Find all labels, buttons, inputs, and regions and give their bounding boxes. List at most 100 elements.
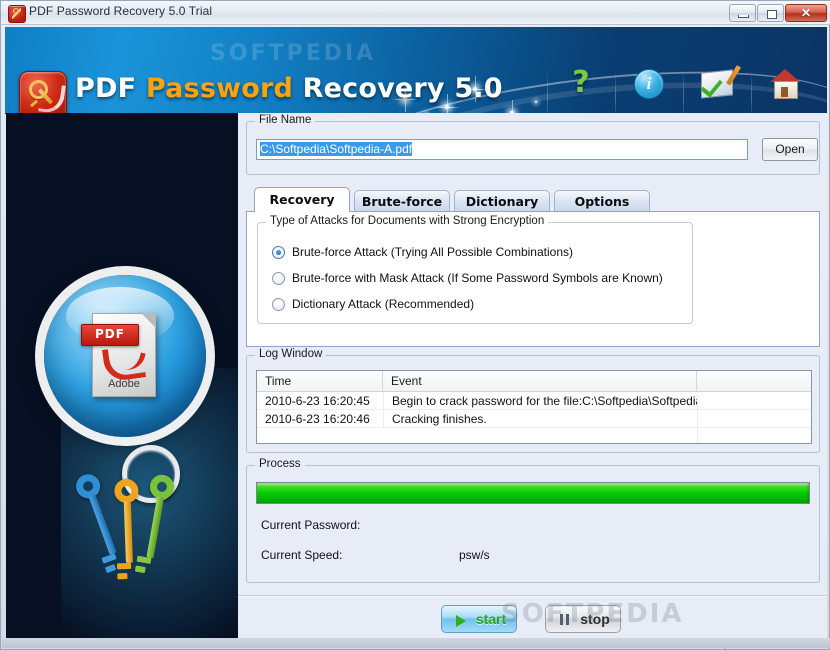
key-bit <box>136 555 152 564</box>
key-bit <box>117 573 128 580</box>
stop-button[interactable]: stop <box>545 605 621 633</box>
column-header-time[interactable]: Time <box>257 371 383 391</box>
tab-options[interactable]: Options <box>554 190 650 212</box>
toolbar-divider <box>683 71 684 113</box>
tab-dictionary[interactable]: Dictionary <box>454 190 550 212</box>
toolbar-divider <box>615 71 616 113</box>
open-button[interactable]: Open <box>762 138 818 161</box>
app-logo-icon <box>19 71 67 113</box>
tab-brute-force[interactable]: Brute-force <box>354 190 450 212</box>
logo-adobe-swoosh <box>38 82 66 113</box>
play-icon <box>456 615 466 627</box>
toolbar-divider <box>547 71 548 113</box>
file-path-value: C:\Softpedia\Softpedia-A.pdf <box>260 142 413 156</box>
minimize-button[interactable] <box>729 4 756 22</box>
key-bit <box>104 564 117 574</box>
stop-button-label: stop <box>580 611 610 627</box>
start-button-label: start <box>475 611 507 627</box>
header-banner: SOFTPEDIA PDF Password Recovery 5.0 ? .H… <box>5 27 827 114</box>
pause-icon <box>560 614 570 625</box>
log-window-group: Log Window Time Event 2010-6-23 16:20:45… <box>246 348 820 453</box>
log-event: Cracking finishes. <box>383 410 697 428</box>
house-icon-wrap <box>769 67 801 99</box>
log-blank <box>697 410 811 427</box>
footer-divider <box>238 595 827 597</box>
header-title-pdf: PDF <box>75 73 137 104</box>
radio-label: Dictionary Attack (Recommended) <box>292 297 475 311</box>
toolbar-divider <box>751 71 752 113</box>
log-window-legend: Log Window <box>255 348 327 360</box>
tab-panel-recovery: Type of Attacks for Documents with Stron… <box>246 211 820 347</box>
table-row[interactable]: 2010-6-23 16:20:46 Cracking finishes. <box>257 410 811 428</box>
process-group: Process Current Password: Current Speed:… <box>246 458 820 583</box>
house-icon <box>769 69 801 99</box>
radio-label: Brute-force Attack (Trying All Possible … <box>292 245 573 259</box>
keys-illustration <box>72 445 232 625</box>
current-password-label: Current Password: <box>261 518 361 532</box>
process-legend: Process <box>255 458 305 470</box>
key-bit <box>116 562 132 570</box>
pdf-tag-label: PDF <box>81 324 139 346</box>
sparkle-icon <box>434 94 460 113</box>
log-time: 2010-6-23 16:20:45 <box>265 394 370 408</box>
app-key-icon <box>8 5 26 23</box>
header-title-password: Password <box>145 73 294 104</box>
column-header-blank[interactable] <box>697 371 811 391</box>
start-button[interactable]: start <box>441 605 517 633</box>
header-toolbar: ? .Help i About Register <box>547 63 819 113</box>
info-circle-icon: i <box>634 69 664 99</box>
tab-recovery[interactable]: Recovery <box>254 187 350 212</box>
tab-bar: Recovery Brute-force Dictionary Options <box>246 187 820 212</box>
attack-type-legend: Type of Attacks for Documents with Stron… <box>266 215 549 227</box>
toolbar-item-about[interactable]: i About <box>615 65 683 113</box>
adobe-label: Adobe <box>108 378 140 390</box>
toolbar-item-help[interactable]: ? .Help <box>547 65 615 113</box>
current-speed-label: Current Speed: <box>261 548 343 562</box>
logo-key-tooth <box>30 99 38 108</box>
toolbar-item-register[interactable]: Register <box>683 65 751 113</box>
sidebar-artwork: PDF Adobe <box>6 113 238 645</box>
log-blank <box>697 428 811 443</box>
radio-label: Brute-force with Mask Attack (If Some Pa… <box>292 271 663 285</box>
radio-button-icon <box>272 272 285 285</box>
file-path-input[interactable]: C:\Softpedia\Softpedia-A.pdf <box>256 139 748 160</box>
current-speed-value: psw/s <box>459 548 490 562</box>
watermark-header: SOFTPEDIA <box>210 41 377 66</box>
question-mark-icon: ? <box>572 65 590 100</box>
close-button[interactable]: ✕ <box>785 4 827 22</box>
progress-bar-fill <box>257 483 809 503</box>
register-pen-icon-wrap <box>701 67 733 99</box>
page-fold <box>141 313 156 328</box>
status-bar <box>2 638 830 648</box>
file-name-legend: File Name <box>255 114 316 126</box>
sparkle-icon <box>535 101 537 103</box>
maximize-button[interactable] <box>757 4 784 22</box>
pdf-document-icon: PDF Adobe <box>81 313 156 397</box>
table-row[interactable]: 2010-6-23 16:20:45 Begin to crack passwo… <box>257 392 811 410</box>
table-row[interactable] <box>257 428 811 443</box>
log-table-header: Time Event <box>257 371 811 392</box>
key-head <box>114 478 139 504</box>
column-header-event[interactable]: Event <box>383 371 697 391</box>
info-circle-icon-wrap: i <box>633 67 665 99</box>
key-bit <box>101 553 117 564</box>
log-blank <box>697 392 811 409</box>
window-controls: ✕ <box>728 3 827 23</box>
minimize-icon <box>738 15 749 18</box>
register-pen-icon <box>701 69 733 99</box>
log-time: 2010-6-23 16:20:46 <box>265 412 370 426</box>
key-shaft <box>123 500 133 564</box>
log-table[interactable]: Time Event 2010-6-23 16:20:45 Begin to c… <box>256 370 812 444</box>
maximize-icon <box>767 10 777 19</box>
title-bar: PDF Password Recovery 5.0 Trial ✕ <box>1 1 830 25</box>
toolbar-item-home[interactable]: Home <box>751 65 819 113</box>
file-name-group: File Name C:\Softpedia\Softpedia-A.pdf O… <box>246 114 820 175</box>
header-title: PDF Password Recovery 5.0 <box>75 73 503 104</box>
close-icon: ✕ <box>800 6 812 20</box>
house-door <box>781 87 788 97</box>
header-title-recovery: Recovery 5.0 <box>302 73 503 104</box>
window-frame: PDF Password Recovery 5.0 Trial ✕ SOFTPE… <box>0 0 830 650</box>
window-title: PDF Password Recovery 5.0 Trial <box>29 4 213 18</box>
main-content: File Name C:\Softpedia\Softpedia-A.pdf O… <box>238 113 827 645</box>
progress-bar <box>256 482 810 504</box>
